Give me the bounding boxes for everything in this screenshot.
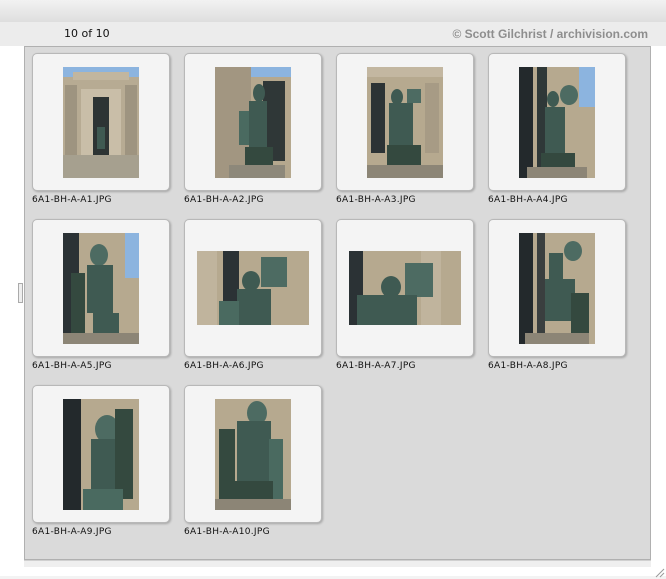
thumbnail-filename: 6A1-BH-A-A1.JPG [32, 195, 112, 205]
image-counter: 10 of 10 [64, 27, 110, 40]
thumbnail-image-a2[interactable] [215, 67, 291, 178]
thumbnail-image-a10[interactable] [215, 399, 291, 510]
thumbnail-image-a6[interactable] [197, 251, 309, 325]
thumbnail-filename: 6A1-BH-A-A5.JPG [32, 361, 112, 371]
thumbnail-filename: 6A1-BH-A-A3.JPG [336, 195, 416, 205]
horizontal-scrollbar[interactable] [24, 560, 651, 567]
thumbnail-filename: 6A1-BH-A-A10.JPG [184, 527, 270, 537]
copyright-notice: © Scott Gilchrist / archivision.com [452, 27, 648, 41]
thumbnail-image-a4[interactable] [519, 67, 595, 178]
splitter-handle[interactable] [18, 283, 23, 303]
thumbnail-filename: 6A1-BH-A-A2.JPG [184, 195, 264, 205]
thumbnail-filename: 6A1-BH-A-A7.JPG [336, 361, 416, 371]
thumbnail-filename: 6A1-BH-A-A9.JPG [32, 527, 112, 537]
thumbnail-image-a3[interactable] [367, 67, 443, 178]
resize-grip-icon[interactable] [653, 566, 665, 578]
thumbnail-image-a5[interactable] [63, 233, 139, 344]
thumbnail-image-a8[interactable] [519, 233, 595, 344]
thumbnail-filename: 6A1-BH-A-A8.JPG [488, 361, 568, 371]
thumbnail-image-a1[interactable] [63, 67, 139, 178]
top-toolbar-strip [0, 0, 666, 23]
thumbnail-image-a9[interactable] [63, 399, 139, 510]
thumbnail-filename: 6A1-BH-A-A6.JPG [184, 361, 264, 371]
thumbnail-image-a7[interactable] [349, 251, 461, 325]
thumbnail-filename: 6A1-BH-A-A4.JPG [488, 195, 568, 205]
